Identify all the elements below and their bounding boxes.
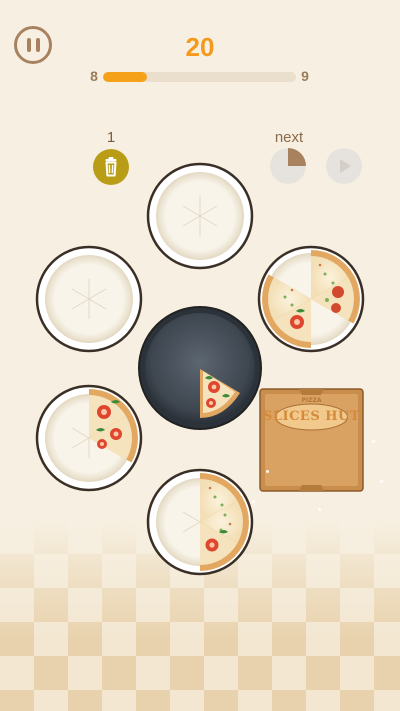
sparkle — [380, 480, 383, 483]
pizza-pan[interactable] — [138, 306, 262, 430]
sparkle — [266, 470, 269, 473]
sparkle — [372, 440, 375, 443]
box-kicker: PIZZA — [301, 397, 322, 404]
sparkle — [252, 500, 255, 503]
pizza-box[interactable]: PIZZA SLICES HUT — [259, 385, 364, 493]
box-brand: SLICES HUT — [262, 409, 361, 424]
plate-bottom[interactable] — [146, 468, 254, 576]
plate-upper-right[interactable] — [257, 245, 365, 353]
game-board — [35, 162, 365, 576]
plate-upper-left[interactable] — [35, 245, 143, 353]
sparkle — [318, 508, 321, 511]
plate-top[interactable] — [146, 162, 254, 270]
plate-lower-left[interactable] — [35, 384, 143, 492]
